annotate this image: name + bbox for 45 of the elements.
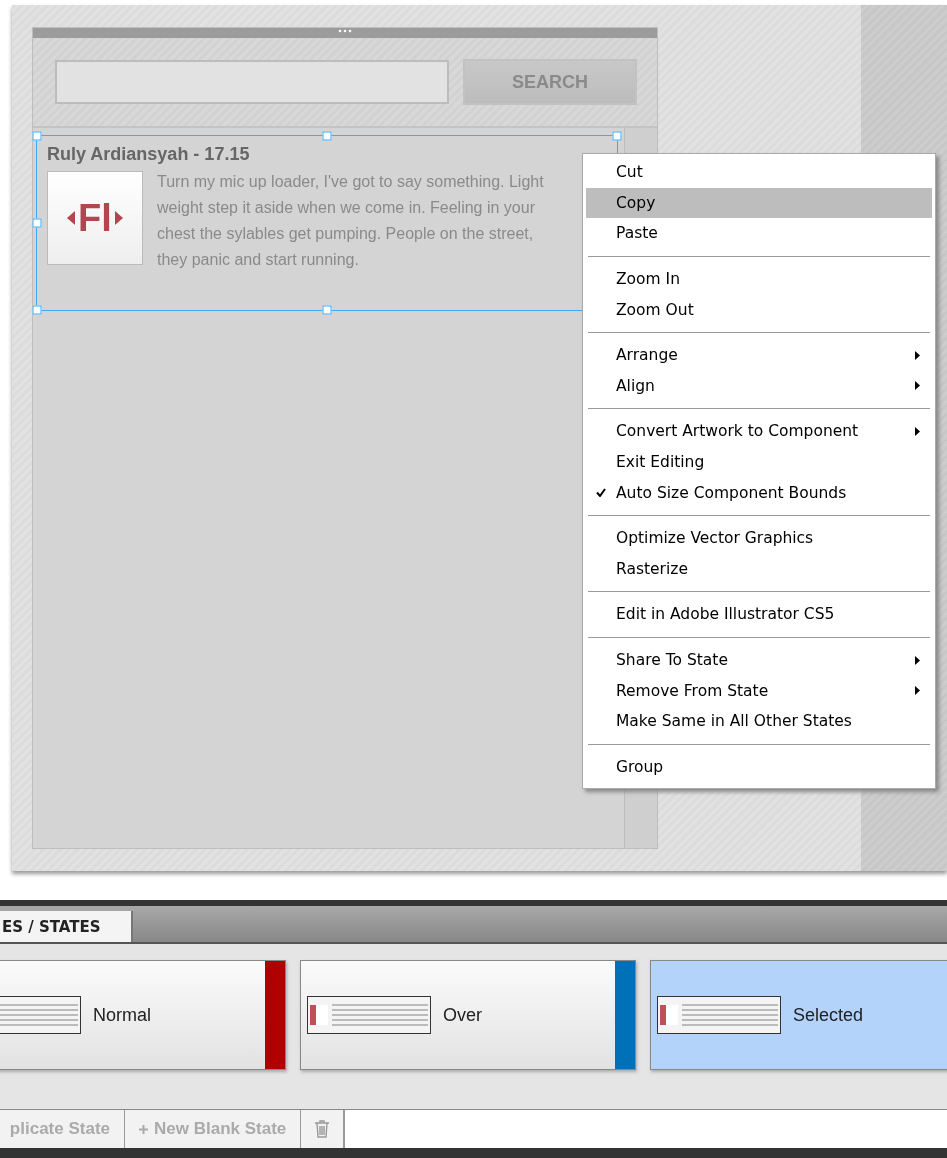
menu-item[interactable]: Zoom Out bbox=[586, 294, 932, 325]
menu-item[interactable]: Exit Editing bbox=[586, 446, 932, 478]
selection-handle[interactable] bbox=[322, 131, 332, 141]
submenu-arrow-icon bbox=[915, 381, 920, 391]
state-label: Normal bbox=[93, 1004, 151, 1026]
grip-dots-icon bbox=[338, 29, 352, 33]
selection-handle[interactable] bbox=[32, 218, 42, 228]
selection-handle[interactable] bbox=[32, 131, 42, 141]
selection-handle[interactable] bbox=[32, 305, 42, 315]
checkmark-icon bbox=[596, 488, 606, 498]
state-card[interactable]: Normal bbox=[0, 960, 286, 1070]
menu-item[interactable]: Rasterize bbox=[586, 553, 932, 585]
menu-item[interactable]: Share To State bbox=[586, 644, 932, 676]
submenu-arrow-icon bbox=[915, 350, 920, 360]
menu-item[interactable]: Arrange bbox=[586, 339, 932, 371]
item-title: Ruly Ardiansyah - 17.15 bbox=[47, 144, 251, 165]
menu-item[interactable]: Remove From State bbox=[586, 675, 932, 706]
state-label: Over bbox=[443, 1004, 482, 1026]
menu-item[interactable]: Auto Size Component Bounds bbox=[586, 477, 932, 508]
menu-item[interactable]: Convert Artwork to Component bbox=[586, 416, 932, 447]
left-triangle-icon bbox=[67, 211, 76, 225]
right-triangle-icon bbox=[114, 211, 123, 225]
selection-handle[interactable] bbox=[612, 131, 622, 141]
item-text: Turn my mic up loader, I've got to say something. Light weight step it aside when we come in. Feeling in your chest the sylables get pumping. People on the street, they panic and start running. bbox=[157, 172, 545, 270]
state-label: Selected bbox=[793, 1004, 864, 1026]
selection-handle[interactable] bbox=[322, 305, 332, 315]
menu-item[interactable]: Optimize Vector Graphics bbox=[586, 522, 932, 554]
state-card[interactable]: Selected bbox=[650, 960, 947, 1070]
plus-icon bbox=[139, 1124, 148, 1134]
menu-item[interactable]: Make Same in All Other States bbox=[586, 705, 932, 737]
menu-item[interactable]: Edit in Adobe Illustrator CS5 bbox=[586, 599, 932, 630]
menu-item[interactable]: Paste bbox=[586, 218, 932, 249]
menu-item[interactable]: Cut bbox=[586, 157, 932, 188]
submenu-arrow-icon bbox=[915, 686, 920, 696]
trash-icon bbox=[314, 1120, 331, 1138]
menu-item[interactable]: Group bbox=[586, 751, 932, 783]
search-field[interactable] bbox=[55, 60, 449, 104]
state-card[interactable]: Over bbox=[300, 960, 636, 1070]
menu-item[interactable]: Align bbox=[586, 370, 932, 402]
panel-tab[interactable]: ES / STATES bbox=[0, 911, 133, 942]
menu-item[interactable]: Copy bbox=[586, 187, 932, 219]
menu-item[interactable]: Zoom In bbox=[586, 263, 932, 295]
submenu-arrow-icon bbox=[915, 426, 920, 436]
submenu-arrow-icon bbox=[915, 655, 920, 665]
logo-text: Fl bbox=[78, 196, 112, 240]
